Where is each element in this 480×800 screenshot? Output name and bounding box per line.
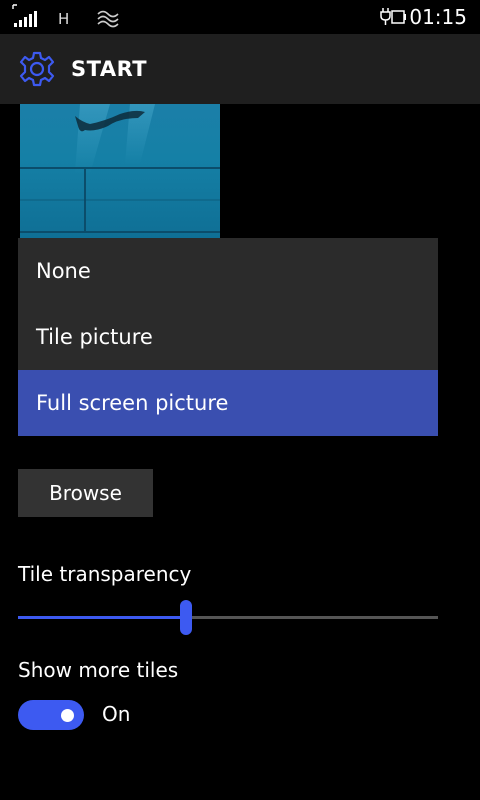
background-dropdown[interactable]: None Tile picture Full screen picture	[18, 238, 438, 436]
clock: 01:15	[409, 5, 467, 29]
status-bar: H 01:15	[0, 0, 480, 34]
slider-fill	[18, 616, 186, 619]
toggle-state-label: On	[102, 702, 131, 726]
option-none[interactable]: None	[18, 238, 438, 304]
toggle-knob	[61, 709, 74, 722]
background-picture-preview	[20, 104, 220, 238]
option-tile-picture[interactable]: Tile picture	[18, 304, 438, 370]
page-header: START	[0, 34, 480, 104]
wifi-icon	[97, 10, 119, 28]
show-more-tiles-toggle[interactable]	[18, 700, 84, 730]
browse-button[interactable]: Browse	[18, 469, 153, 517]
option-full-screen-picture[interactable]: Full screen picture	[18, 370, 438, 436]
signal-strength-icon	[12, 4, 37, 27]
pool-image	[20, 104, 220, 233]
gear-icon	[19, 51, 55, 87]
slider-thumb[interactable]	[180, 600, 192, 635]
battery-charging-icon	[380, 8, 406, 25]
page-title: START	[71, 57, 148, 81]
tile-transparency-slider[interactable]	[18, 616, 438, 619]
network-type-label: H	[58, 10, 70, 28]
show-more-tiles-label: Show more tiles	[18, 658, 179, 682]
tile-transparency-label: Tile transparency	[18, 562, 192, 586]
